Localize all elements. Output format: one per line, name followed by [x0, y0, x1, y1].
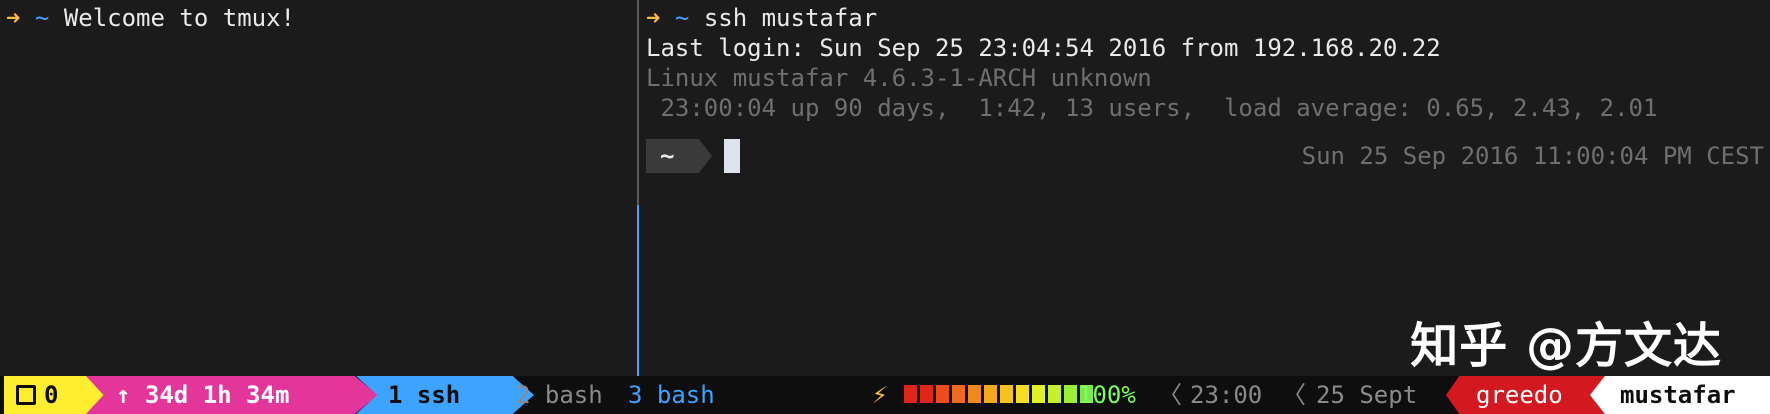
- clock-time: 23:00: [1190, 381, 1263, 409]
- tmux-window: ➜ ~ Welcome to tmux! ➜ ~ ssh mustafar La…: [0, 0, 1770, 414]
- separator-icon: 〈: [1158, 381, 1182, 409]
- battery-cell: [968, 385, 981, 403]
- battery-cell: [904, 385, 917, 403]
- prompt-directory: ~: [674, 4, 690, 32]
- prompt-arrow-icon: ➜: [6, 4, 21, 32]
- battery-cell: [1048, 385, 1061, 403]
- hostname-segment: mustafar: [1590, 376, 1770, 414]
- terminal-cursor[interactable]: [724, 139, 740, 173]
- battery-cell: [1000, 385, 1013, 403]
- lightning-icon: ⚡: [872, 380, 888, 410]
- clock-date: 25 Sept: [1316, 381, 1418, 409]
- watermark: 知乎 @方文达: [1410, 318, 1722, 374]
- prompt-directory: ~: [34, 4, 50, 32]
- session-name: 0: [44, 381, 59, 409]
- battery-cell: [1016, 385, 1029, 403]
- battery-cell: [1064, 385, 1077, 403]
- right-prompt-datetime: Sun 25 Sep 2016 11:00:04 PM CEST: [1301, 142, 1764, 170]
- divider-upper: [637, 0, 639, 205]
- battery-cell: [920, 385, 933, 403]
- tmux-status-bar: 0 ↑ 34d 1h 34m 1 ssh 2 bash 3 bash ⚡ 100…: [0, 376, 1770, 414]
- window-icon: [16, 385, 36, 405]
- prompt-arrow-icon: ➜: [646, 4, 661, 32]
- battery-cell: [1032, 385, 1045, 403]
- uname-line: Linux mustafar 4.6.3-1-ARCH unknown: [646, 64, 1152, 92]
- remote-prompt-segment: ~: [646, 139, 712, 173]
- battery-cell: [984, 385, 997, 403]
- battery-gauge: [904, 385, 1093, 403]
- divider-active: [637, 205, 639, 376]
- ssh-command-line: ➜ ~ ssh mustafar: [646, 2, 877, 34]
- uptime-segment: ↑ 34d 1h 34m: [86, 376, 378, 414]
- welcome-text: Welcome to tmux!: [63, 4, 295, 32]
- ssh-command: ssh mustafar: [703, 4, 878, 32]
- uptime-value: 34d 1h 34m: [144, 381, 290, 409]
- uptime-line: 23:00:04 up 90 days, 1:42, 13 users, loa…: [646, 94, 1658, 122]
- username-segment: greedo: [1446, 376, 1612, 414]
- up-arrow-icon: ↑: [116, 381, 131, 409]
- window-tab-1[interactable]: 1 ssh: [356, 376, 534, 414]
- battery-percent: 100%: [1078, 381, 1136, 409]
- window-tab-2[interactable]: 2 bash: [516, 376, 603, 414]
- battery-cell: [936, 385, 949, 403]
- left-pane[interactable]: ➜ ~ Welcome to tmux!: [0, 0, 636, 376]
- last-login-line: Last login: Sun Sep 25 23:04:54 2016 fro…: [646, 34, 1441, 62]
- battery-cell: [952, 385, 965, 403]
- window-tab-3[interactable]: 3 bash: [628, 376, 715, 414]
- left-prompt-line: ➜ ~ Welcome to tmux!: [6, 2, 295, 34]
- separator-icon: 〈: [1282, 381, 1306, 409]
